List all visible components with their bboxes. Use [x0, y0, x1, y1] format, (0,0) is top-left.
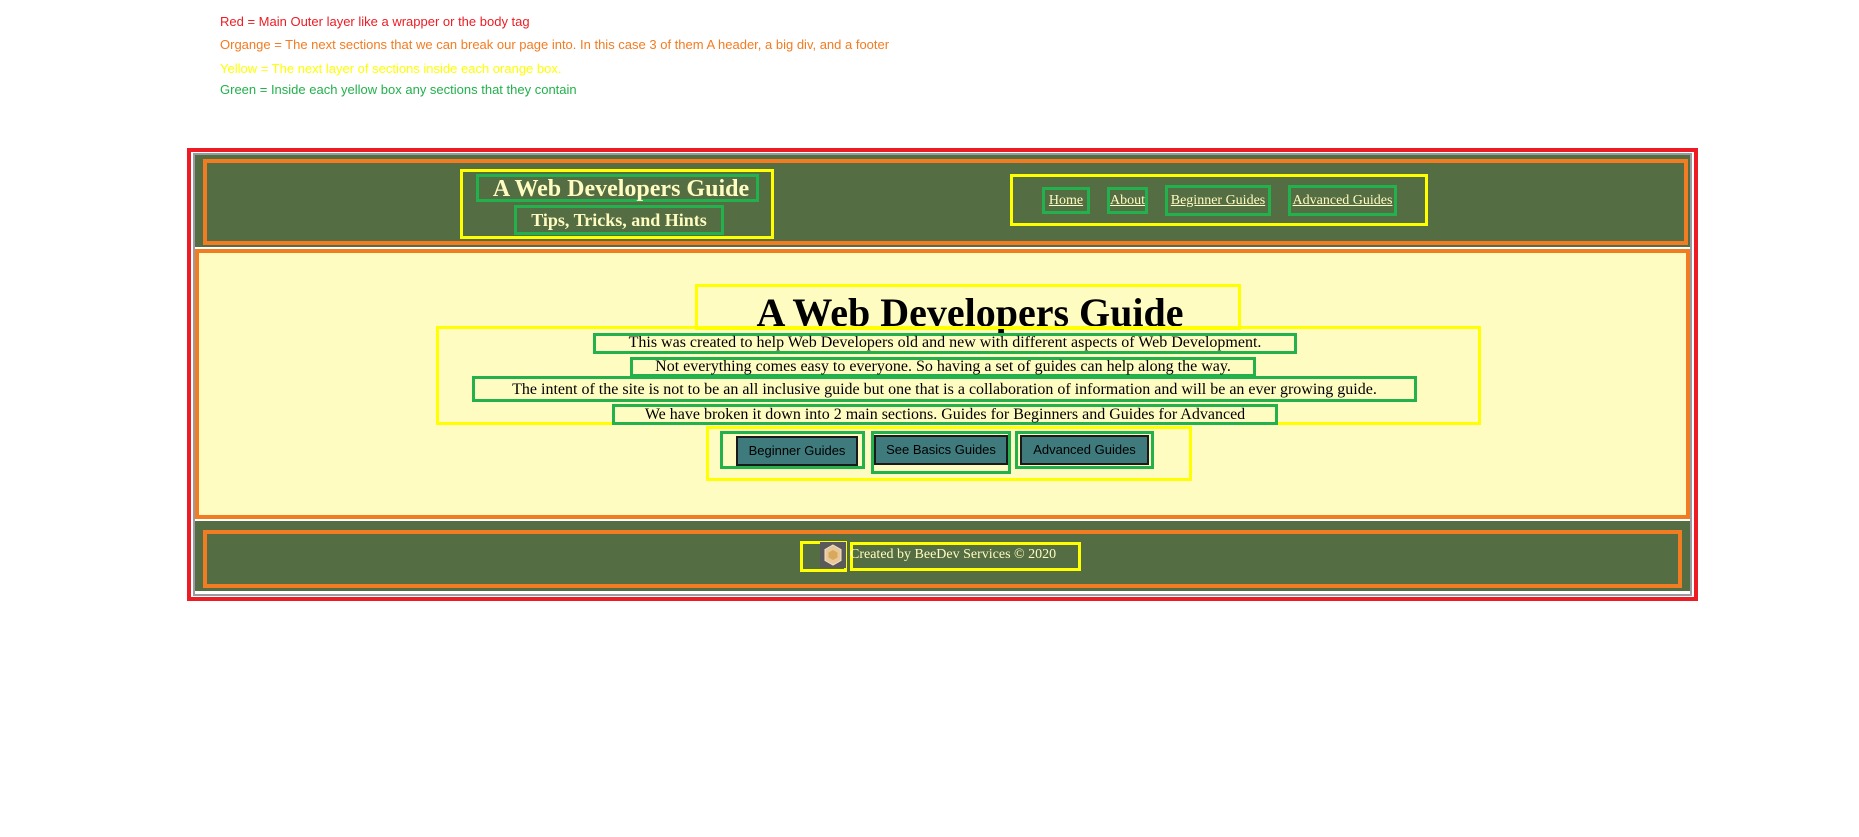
- paragraph-1: This was created to help Web Developers …: [628, 334, 1262, 351]
- nav-link-about[interactable]: About: [1110, 189, 1145, 213]
- legend-orange: Organge = The next sections that we can …: [220, 37, 890, 52]
- nav-link-beginner-guides[interactable]: Beginner Guides: [1168, 189, 1268, 213]
- paragraph-4: We have broken it down into 2 main secti…: [644, 406, 1246, 423]
- see-basics-guides-button[interactable]: See Basics Guides: [874, 435, 1008, 465]
- nav-link-advanced-guides[interactable]: Advanced Guides: [1291, 189, 1394, 213]
- legend-yellow: Yellow = The next layer of sections insi…: [220, 61, 562, 76]
- nav-link-home[interactable]: Home: [1045, 189, 1087, 213]
- legend-red: Red = Main Outer layer like a wrapper or…: [220, 14, 530, 29]
- footer-copyright: Created by BeeDev Services © 2020: [850, 547, 1057, 562]
- header-title: A Web Developers Guide: [492, 176, 750, 202]
- bee-hexagon-logo-icon: [820, 542, 846, 568]
- paragraph-2: Not everything comes easy to everyone. S…: [655, 358, 1231, 375]
- legend-green: Green = Inside each yellow box any secti…: [220, 82, 577, 97]
- beginner-guides-button[interactable]: Beginner Guides: [736, 436, 858, 466]
- paragraph-3: The intent of the site is not to be an a…: [512, 381, 1377, 398]
- header-section-box: [203, 159, 1688, 245]
- header-subtitle: Tips, Tricks, and Hints: [531, 210, 707, 230]
- advanced-guides-button[interactable]: Advanced Guides: [1020, 435, 1149, 465]
